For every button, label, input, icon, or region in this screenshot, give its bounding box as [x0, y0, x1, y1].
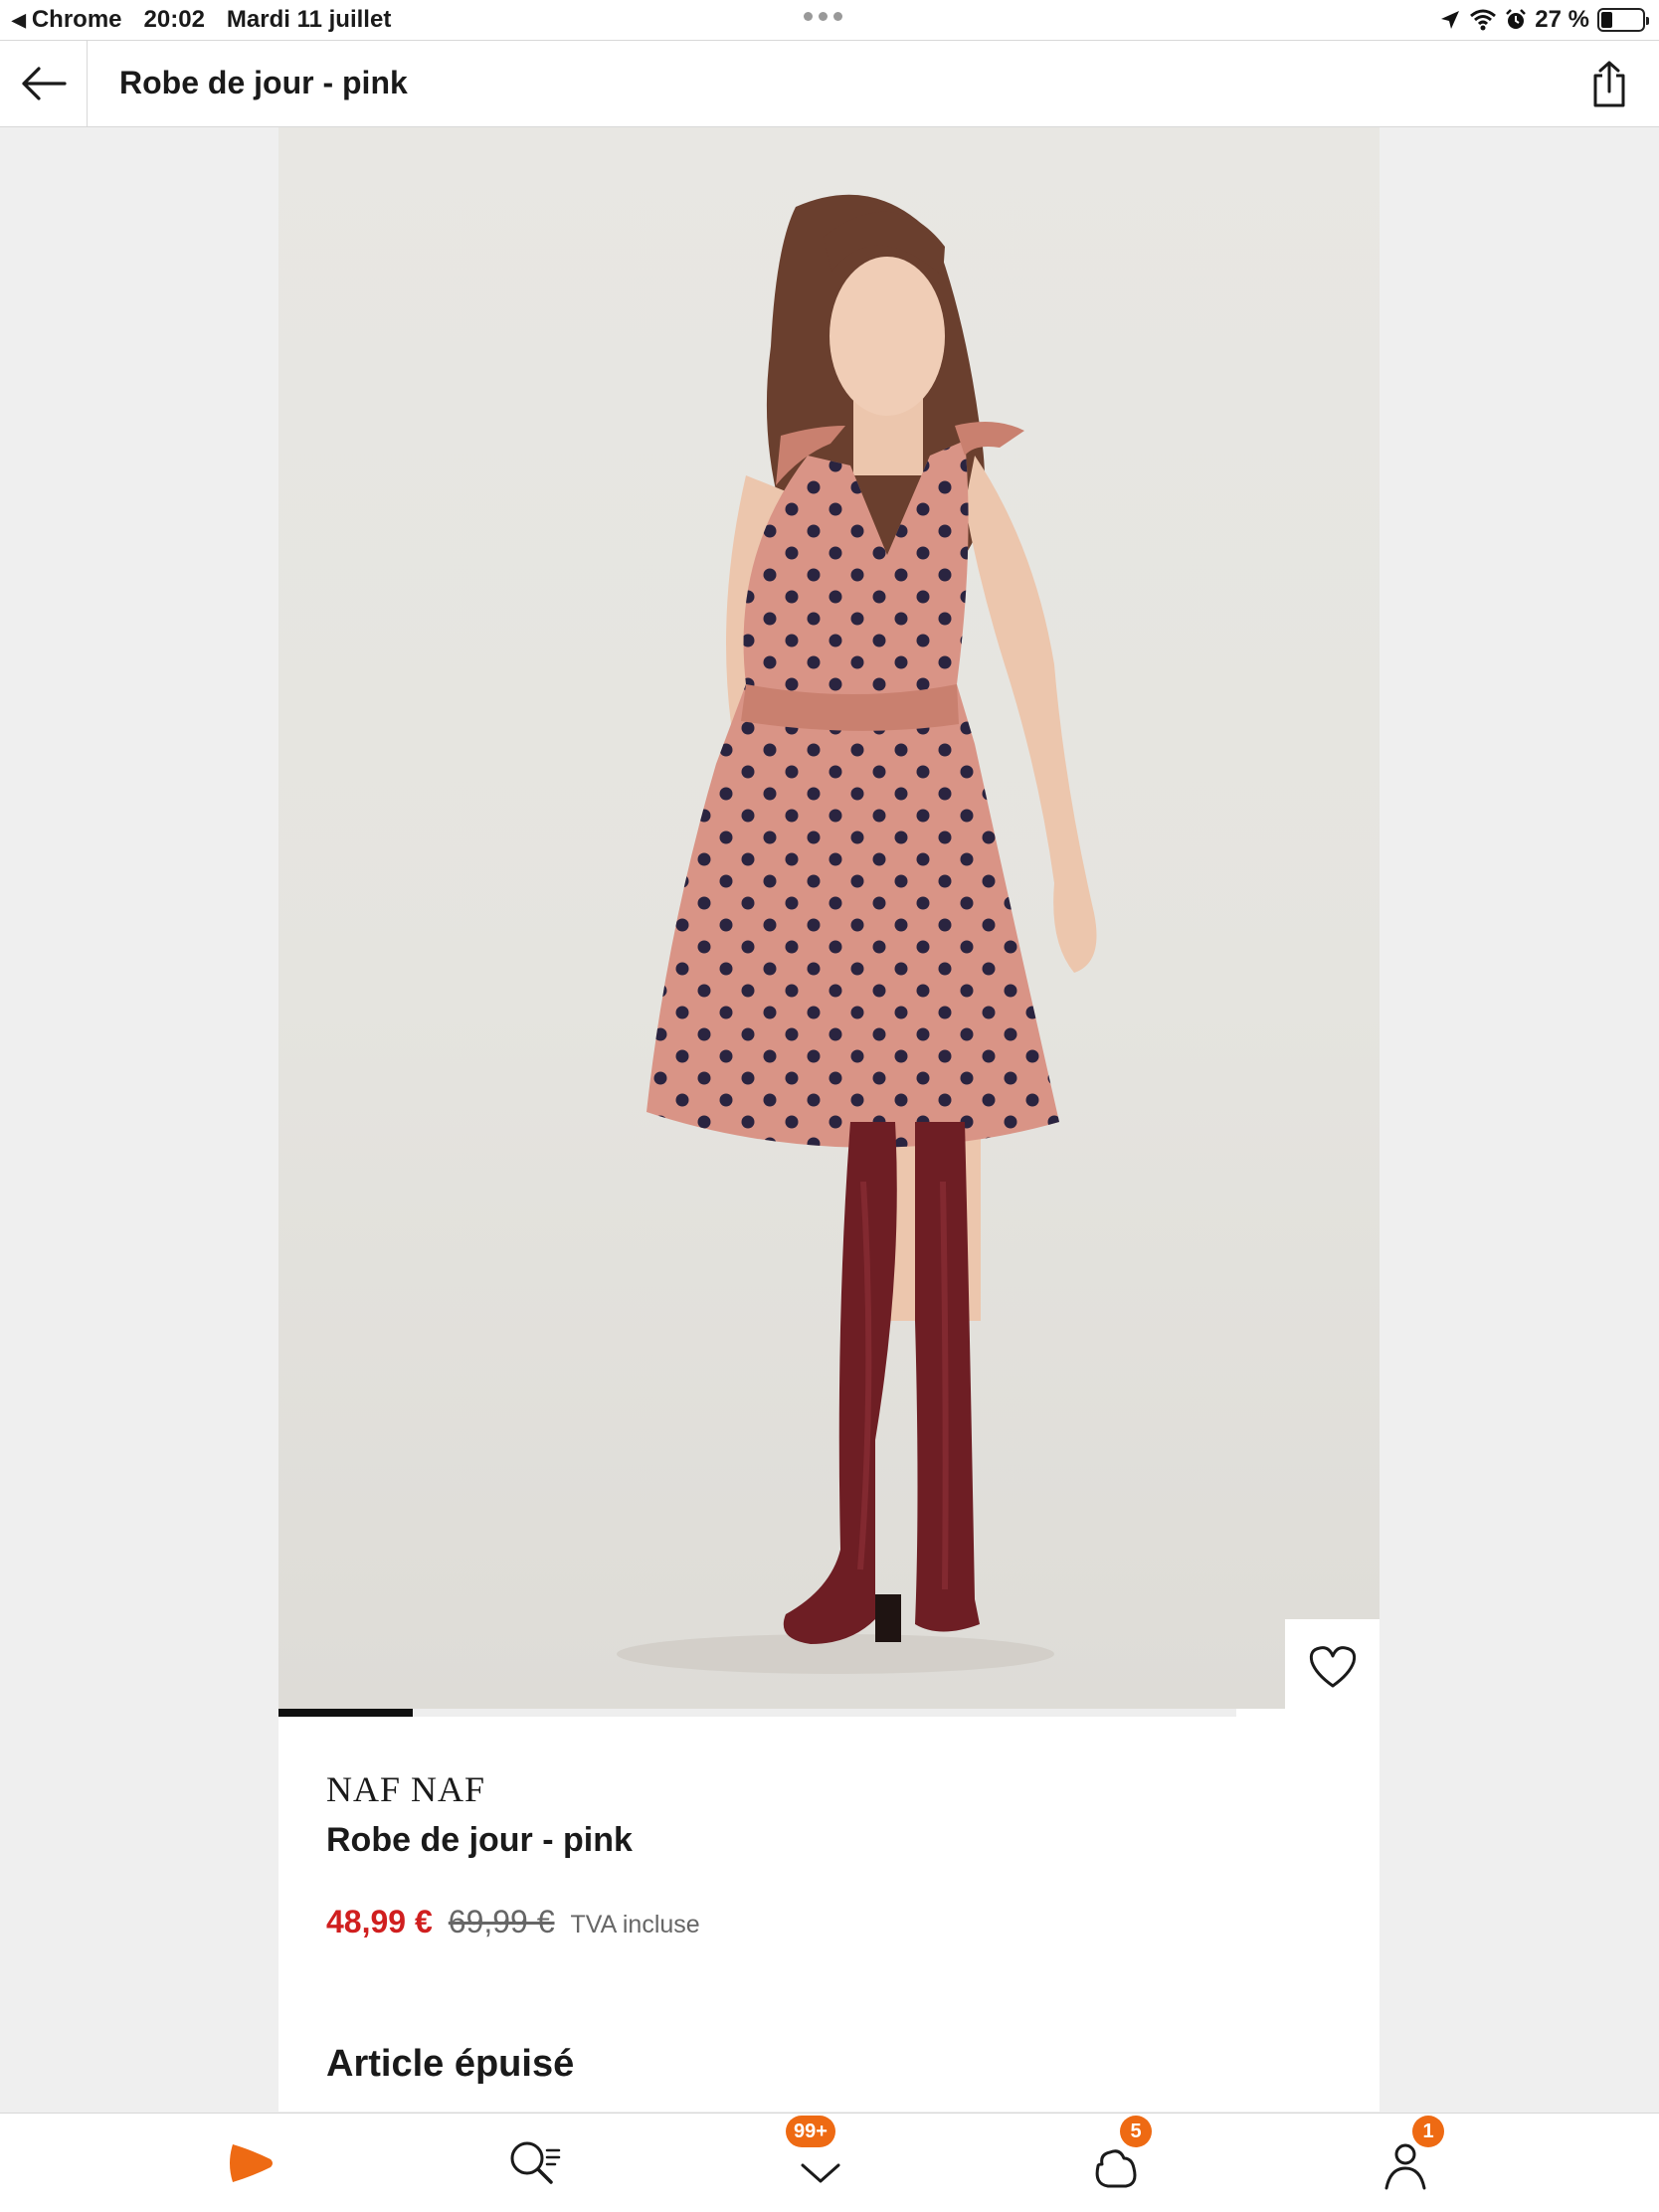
gallery-progress-bar: [278, 1709, 413, 1717]
page-title: Robe de jour - pink: [119, 65, 408, 100]
wishlist-count-badge: 99+: [786, 2116, 835, 2147]
price-row: 48,99 € 69,99 € TVA incluse: [326, 1904, 700, 1940]
tab-search[interactable]: [480, 2114, 590, 2212]
heart-icon: [1309, 1645, 1356, 1687]
status-bar: ◀ Chrome 20:02 Mardi 11 juillet 27 %: [0, 0, 1659, 40]
account-notification-badge: 1: [1412, 2116, 1444, 2147]
back-button[interactable]: [0, 41, 88, 126]
product-brand[interactable]: NAF NAF: [326, 1768, 485, 1810]
status-date: Mardi 11 juillet: [226, 6, 392, 33]
product-image[interactable]: [278, 127, 1380, 1709]
add-to-wishlist-button[interactable]: [1285, 1619, 1380, 1714]
price-original: 69,99 €: [448, 1904, 555, 1939]
product-detail: NAF NAF Robe de jour - pink 48,99 € 69,9…: [278, 127, 1380, 2112]
multitask-dots-icon[interactable]: [804, 12, 842, 21]
location-icon: [1441, 11, 1460, 29]
bottom-tab-bar: 99+ 5 1: [0, 2113, 1659, 2212]
back-arrow-icon: [21, 67, 67, 100]
bag-count-badge: 5: [1120, 2116, 1152, 2147]
tab-home[interactable]: [195, 2114, 304, 2212]
battery-icon: [1597, 8, 1649, 32]
tab-account[interactable]: 1: [1351, 2114, 1460, 2212]
alarm-icon: [1506, 9, 1527, 29]
wifi-icon: [1470, 9, 1497, 31]
status-back-app[interactable]: Chrome: [32, 6, 122, 34]
price-current: 48,99 €: [326, 1904, 433, 1939]
zalando-logo-icon: [230, 2144, 273, 2182]
gallery-progress-track: [278, 1709, 1236, 1717]
stock-status: Article épuisé: [326, 2043, 575, 2085]
status-time: 20:02: [143, 6, 205, 33]
search-icon: [510, 2141, 561, 2184]
tax-note: TVA incluse: [570, 1911, 700, 1938]
app-header: Robe de jour - pink: [0, 40, 1659, 127]
share-icon: [1593, 61, 1625, 107]
tab-bag[interactable]: 5: [1060, 2114, 1170, 2212]
battery-percent: 27 %: [1535, 6, 1589, 33]
share-button[interactable]: [1581, 57, 1637, 112]
model-photo: [617, 194, 1097, 1674]
tab-wishlist[interactable]: 99+: [766, 2114, 875, 2212]
back-to-app-icon[interactable]: ◀: [12, 10, 26, 31]
product-name: Robe de jour - pink: [326, 1821, 633, 1859]
